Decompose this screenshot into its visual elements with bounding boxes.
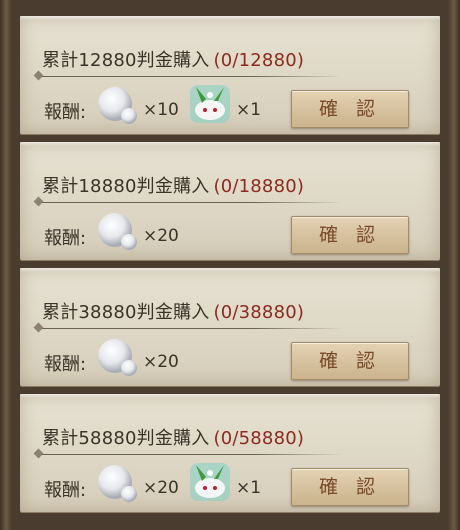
reward-title: 累計38880判金購入 (0/38880) xyxy=(42,298,304,324)
reward-title: 累計12880判金購入 (0/12880) xyxy=(42,46,304,72)
reward-card: 累計58880判金購入 (0/58880) 報酬: ×20 ×1 確 認 xyxy=(20,394,440,512)
reward-progress: (0/18880) xyxy=(213,176,305,197)
reward-quantity: ×1 xyxy=(236,478,262,498)
reward-progress: (0/38880) xyxy=(213,302,305,323)
divider xyxy=(42,202,342,203)
snowball-icon xyxy=(98,465,137,502)
reward-title-text: 累計38880判金購入 xyxy=(42,302,210,323)
reward-title-text: 累計18880判金購入 xyxy=(42,176,210,197)
confirm-button[interactable]: 確 認 xyxy=(291,90,409,128)
rewards-label: 報酬: xyxy=(44,102,87,123)
reward-card: 累計12880判金購入 (0/12880) 報酬: ×10 ×1 確 認 xyxy=(20,16,440,134)
reward-progress: (0/58880) xyxy=(213,428,305,449)
reward-card: 累計18880判金購入 (0/18880) 報酬: ×20 確 認 xyxy=(20,142,440,260)
purchase-reward-list: 累計12880判金購入 (0/12880) 報酬: ×10 ×1 確 認 累計18… xyxy=(20,0,440,530)
rewards-label: 報酬: xyxy=(44,228,87,249)
divider xyxy=(42,76,342,77)
snowball-icon xyxy=(98,339,137,376)
reward-card: 累計38880判金購入 (0/38880) 報酬: ×20 確 認 xyxy=(20,268,440,386)
snowball-icon xyxy=(98,87,137,124)
reward-title: 累計18880判金購入 (0/18880) xyxy=(42,172,304,198)
reward-title: 累計58880判金購入 (0/58880) xyxy=(42,424,304,450)
confirm-button[interactable]: 確 認 xyxy=(291,216,409,254)
rewards-label: 報酬: xyxy=(44,354,87,375)
rewards-label: 報酬: xyxy=(44,480,87,501)
reward-quantity: ×1 xyxy=(236,100,262,120)
divider xyxy=(42,454,342,455)
reward-title-text: 累計12880判金購入 xyxy=(42,50,210,71)
confirm-button[interactable]: 確 認 xyxy=(291,342,409,380)
confirm-button[interactable]: 確 認 xyxy=(291,468,409,506)
reward-quantity: ×20 xyxy=(143,478,179,498)
reward-title-text: 累計58880判金購入 xyxy=(42,428,210,449)
snow-rabbit-icon xyxy=(190,85,230,123)
snow-rabbit-icon xyxy=(190,463,230,501)
reward-quantity: ×20 xyxy=(143,226,179,246)
divider xyxy=(42,328,342,329)
reward-progress: (0/12880) xyxy=(213,50,305,71)
snowball-icon xyxy=(98,213,137,250)
reward-quantity: ×10 xyxy=(143,100,179,120)
reward-quantity: ×20 xyxy=(143,352,179,372)
